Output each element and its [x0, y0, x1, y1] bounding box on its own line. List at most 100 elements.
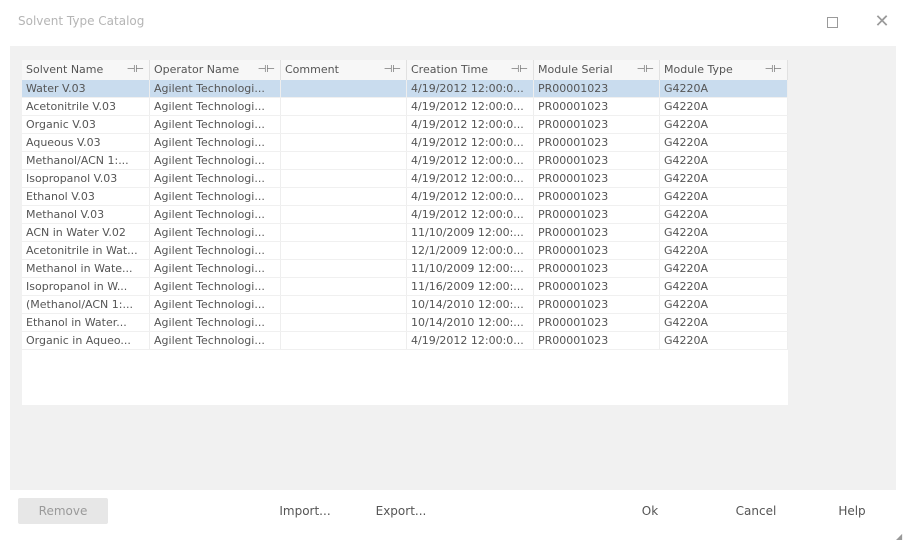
table-row[interactable]: Organic in Aqueo... Agilent Technologi...… — [22, 332, 788, 350]
table-cell: 10/14/2010 12:00:... — [407, 296, 534, 313]
table-row[interactable]: Methanol/ACN 1:... Agilent Technologi... 4… — [22, 152, 788, 170]
table-cell: Agilent Technologi... — [150, 170, 281, 187]
table-cell: (Methanol/ACN 1:... — [22, 296, 150, 313]
table-cell: Isopropanol in W... — [22, 278, 150, 295]
table-cell: G4220A — [660, 188, 788, 205]
column-header-comment[interactable]: Comment ⊣⊢ — [281, 60, 407, 80]
maximize-icon — [827, 17, 838, 28]
table-cell: Agilent Technologi... — [150, 206, 281, 223]
table-cell: PR00001023 — [534, 152, 660, 169]
table-cell: PR00001023 — [534, 224, 660, 241]
export-button[interactable]: Export... — [366, 498, 436, 524]
table-row[interactable]: Isopropanol V.03 Agilent Technologi... 4/1… — [22, 170, 788, 188]
table-row[interactable]: Ethanol in Water... Agilent Technologi...… — [22, 314, 788, 332]
table-cell: ACN in Water V.02 — [22, 224, 150, 241]
table-cell — [281, 188, 407, 205]
column-header-creation-time[interactable]: Creation Time ⊣⊢ — [407, 60, 534, 80]
table-cell: PR00001023 — [534, 260, 660, 277]
table-cell: PR00001023 — [534, 134, 660, 151]
table-cell: Acetonitrile in Wat... — [22, 242, 150, 259]
table-cell: Agilent Technologi... — [150, 98, 281, 115]
table-cell: Organic in Aqueo... — [22, 332, 150, 349]
maximize-button[interactable] — [823, 12, 843, 32]
close-button[interactable]: ✕ — [872, 12, 892, 32]
table-cell: Agilent Technologi... — [150, 332, 281, 349]
pin-icon[interactable]: ⊣⊢ — [637, 60, 654, 80]
table-cell: G4220A — [660, 260, 788, 277]
close-icon: ✕ — [874, 11, 890, 32]
table-cell: G4220A — [660, 98, 788, 115]
table-row[interactable]: Acetonitrile V.03 Agilent Technologi... 4/… — [22, 98, 788, 116]
content-area: Solvent Name ⊣⊢ Operator Name ⊣⊢ Comment… — [10, 46, 896, 490]
table-cell: 4/19/2012 12:00:0... — [407, 332, 534, 349]
column-header-operator-name[interactable]: Operator Name ⊣⊢ — [150, 60, 281, 80]
grid-rows: Water V.03 Agilent Technologi... 4/19/2012… — [22, 80, 788, 350]
table-row[interactable]: Methanol V.03 Agilent Technologi... 4/19/2… — [22, 206, 788, 224]
table-cell: Agilent Technologi... — [150, 278, 281, 295]
pin-icon[interactable]: ⊣⊢ — [765, 60, 782, 80]
table-cell: Agilent Technologi... — [150, 134, 281, 151]
table-cell: PR00001023 — [534, 314, 660, 331]
table-cell: Agilent Technologi... — [150, 314, 281, 331]
table-cell: G4220A — [660, 242, 788, 259]
import-button[interactable]: Import... — [270, 498, 340, 524]
table-cell: 4/19/2012 12:00:0... — [407, 152, 534, 169]
resize-grip-icon[interactable]: ◢ — [896, 532, 904, 541]
table-cell: 4/19/2012 12:00:0... — [407, 98, 534, 115]
table-cell: 10/14/2010 12:00:... — [407, 314, 534, 331]
table-cell: Methanol/ACN 1:... — [22, 152, 150, 169]
table-cell: Methanol in Wate... — [22, 260, 150, 277]
table-row[interactable]: Ethanol V.03 Agilent Technologi... 4/19/20… — [22, 188, 788, 206]
table-cell — [281, 80, 407, 97]
table-cell: PR00001023 — [534, 98, 660, 115]
table-cell: Agilent Technologi... — [150, 260, 281, 277]
remove-button[interactable]: Remove — [18, 498, 108, 524]
table-row[interactable]: Water V.03 Agilent Technologi... 4/19/2012… — [22, 80, 788, 98]
ok-button[interactable]: Ok — [625, 498, 675, 524]
table-cell: 4/19/2012 12:00:0... — [407, 206, 534, 223]
table-cell — [281, 278, 407, 295]
table-cell: Agilent Technologi... — [150, 188, 281, 205]
table-cell: 4/19/2012 12:00:0... — [407, 116, 534, 133]
table-cell: Agilent Technologi... — [150, 116, 281, 133]
table-row[interactable]: ACN in Water V.02 Agilent Technologi... 11… — [22, 224, 788, 242]
table-row[interactable]: Organic V.03 Agilent Technologi... 4/19/20… — [22, 116, 788, 134]
table-cell — [281, 224, 407, 241]
table-cell: Agilent Technologi... — [150, 242, 281, 259]
table-cell: 12/1/2009 12:00:0... — [407, 242, 534, 259]
table-row[interactable]: Isopropanol in W... Agilent Technologi...… — [22, 278, 788, 296]
pin-icon[interactable]: ⊣⊢ — [258, 60, 275, 80]
table-cell: G4220A — [660, 278, 788, 295]
table-row[interactable]: Methanol in Wate... Agilent Technologi...… — [22, 260, 788, 278]
table-cell — [281, 134, 407, 151]
help-button[interactable]: Help — [822, 498, 882, 524]
table-cell — [281, 314, 407, 331]
table-row[interactable]: Acetonitrile in Wat... Agilent Technologi… — [22, 242, 788, 260]
column-header-solvent-name[interactable]: Solvent Name ⊣⊢ — [22, 60, 150, 80]
pin-icon[interactable]: ⊣⊢ — [384, 60, 401, 80]
table-row[interactable]: (Methanol/ACN 1:... Agilent Technologi...… — [22, 296, 788, 314]
table-cell: G4220A — [660, 314, 788, 331]
table-cell: Agilent Technologi... — [150, 296, 281, 313]
table-cell: Acetonitrile V.03 — [22, 98, 150, 115]
table-cell: G4220A — [660, 296, 788, 313]
table-cell: PR00001023 — [534, 296, 660, 313]
column-header-module-serial[interactable]: Module Serial ⊣⊢ — [534, 60, 660, 80]
column-header-module-type[interactable]: Module Type ⊣⊢ — [660, 60, 788, 80]
table-cell: G4220A — [660, 224, 788, 241]
table-cell: G4220A — [660, 170, 788, 187]
table-cell: G4220A — [660, 116, 788, 133]
table-cell: G4220A — [660, 80, 788, 97]
table-cell — [281, 152, 407, 169]
table-cell: PR00001023 — [534, 116, 660, 133]
table-cell: PR00001023 — [534, 206, 660, 223]
table-cell: Ethanol V.03 — [22, 188, 150, 205]
table-cell: G4220A — [660, 332, 788, 349]
pin-icon[interactable]: ⊣⊢ — [511, 60, 528, 80]
table-row[interactable]: Aqueous V.03 Agilent Technologi... 4/19/20… — [22, 134, 788, 152]
table-cell: Isopropanol V.03 — [22, 170, 150, 187]
table-cell — [281, 170, 407, 187]
pin-icon[interactable]: ⊣⊢ — [127, 60, 144, 80]
table-cell: PR00001023 — [534, 188, 660, 205]
cancel-button[interactable]: Cancel — [716, 498, 796, 524]
